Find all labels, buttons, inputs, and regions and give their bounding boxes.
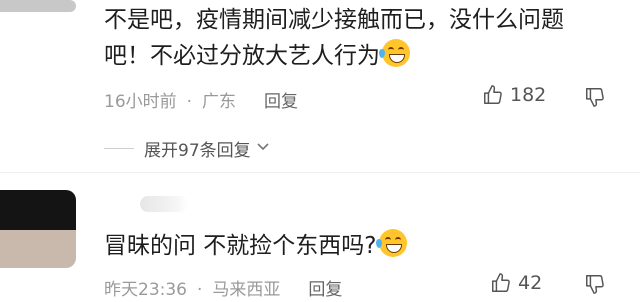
thumbs-up-icon xyxy=(482,84,504,106)
divider xyxy=(104,148,134,149)
chevron-down-icon xyxy=(255,138,271,159)
thumbs-up-icon xyxy=(490,272,512,294)
comment-time: 16小时前 xyxy=(104,92,177,112)
reply-button[interactable]: 回复 xyxy=(264,92,298,112)
like-button[interactable]: 182 xyxy=(482,84,546,106)
expand-replies-label: 展开97条回复 xyxy=(144,141,251,161)
like-button[interactable]: 42 xyxy=(490,272,542,294)
like-count: 42 xyxy=(518,272,543,294)
username-blurred[interactable] xyxy=(140,196,188,212)
comment-location: 马来西亚 xyxy=(212,280,281,300)
comment-meta: 16小时前 · 广东 回复 xyxy=(104,87,298,112)
thumbs-down-icon xyxy=(584,273,606,295)
comment-time: 昨天23:36 xyxy=(104,280,187,300)
avatar[interactable] xyxy=(0,190,76,268)
thumbs-down-icon xyxy=(584,86,606,108)
expand-replies-button[interactable]: 展开97条回复 xyxy=(104,136,271,161)
comment-text: 冒昧的问 不就捡个东西吗? xyxy=(104,228,604,264)
laughing-tears-emoji-icon xyxy=(379,39,410,67)
laughing-tears-emoji-icon xyxy=(375,229,407,257)
meta-separator: · xyxy=(186,92,193,112)
comment-separator xyxy=(0,172,640,173)
dislike-button[interactable] xyxy=(584,86,606,108)
reply-button[interactable]: 回复 xyxy=(308,280,342,300)
comment-text: 不是吧，疫情期间减少接触而已，没什么问题吧！不必过分放大艺人行为 xyxy=(104,7,564,69)
like-count: 182 xyxy=(510,84,547,106)
comment-location: 广东 xyxy=(202,92,237,112)
dislike-button[interactable] xyxy=(584,273,606,295)
meta-separator: · xyxy=(197,280,203,300)
comment-meta: 昨天23:36 · 马来西亚 回复 xyxy=(104,275,342,300)
avatar[interactable] xyxy=(0,0,76,12)
